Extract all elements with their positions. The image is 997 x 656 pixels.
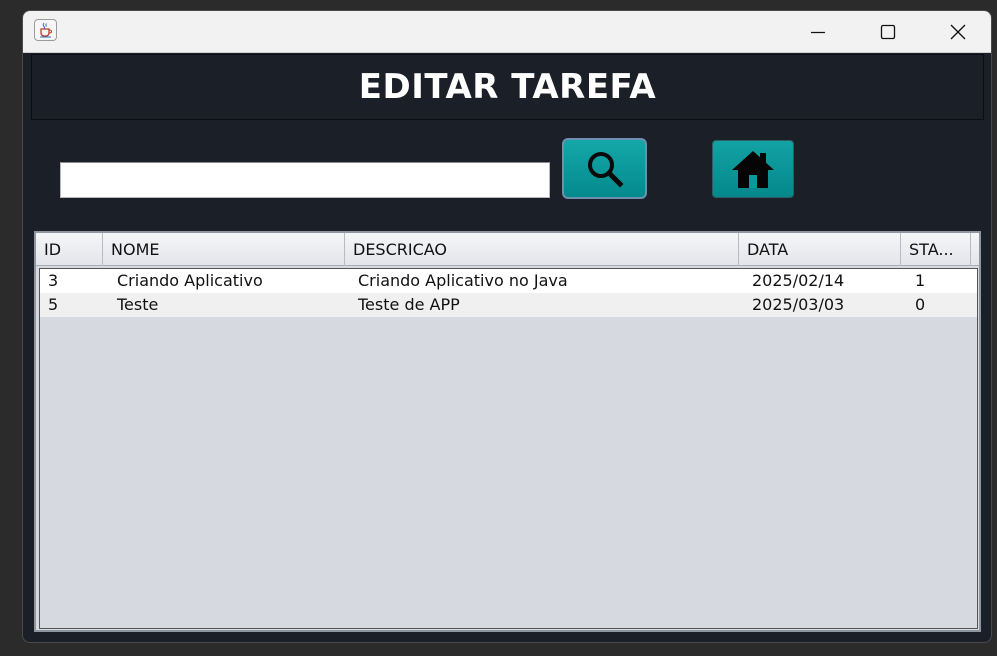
cell-nome: Teste [117, 295, 159, 314]
search-input[interactable] [60, 162, 550, 198]
task-table: ID NOME DESCRICAO DATA STA... 3 Criando … [34, 231, 981, 632]
cell-nome: Criando Aplicativo [117, 271, 263, 290]
minimize-button[interactable] [783, 11, 853, 53]
cell-id: 3 [48, 271, 59, 290]
column-header-data[interactable]: DATA [739, 233, 901, 266]
column-header-status[interactable]: STA... [901, 233, 971, 266]
search-icon [587, 151, 624, 188]
cell-data: 2025/02/14 [752, 271, 845, 290]
minimize-icon [811, 31, 825, 34]
table-row[interactable]: 3 Criando Aplicativo Criando Aplicativo … [40, 269, 977, 293]
cell-status: 0 [915, 295, 926, 314]
table-body: 3 Criando Aplicativo Criando Aplicativo … [39, 268, 978, 629]
column-header-nome[interactable]: NOME [103, 233, 345, 266]
table-row[interactable]: 5 Teste Teste de APP 2025/03/03 0 [40, 293, 977, 317]
home-icon [732, 151, 774, 188]
close-icon [950, 24, 966, 40]
app-window: EDITAR TAREFA ID NOME DESCRICAO DATA STA… [22, 10, 992, 643]
cell-id: 5 [48, 295, 59, 314]
table-header: ID NOME DESCRICAO DATA STA... [36, 233, 979, 266]
title-bar [23, 11, 991, 53]
column-header-descricao[interactable]: DESCRICAO [345, 233, 739, 266]
close-button[interactable] [923, 11, 991, 53]
page-title: EDITAR TAREFA [358, 67, 657, 107]
java-cup-icon[interactable] [34, 19, 57, 41]
column-header-spacer [971, 233, 979, 266]
cell-descricao: Criando Aplicativo no Java [358, 271, 568, 290]
cell-data: 2025/03/03 [752, 295, 845, 314]
maximize-icon [880, 24, 896, 40]
maximize-button[interactable] [853, 11, 923, 53]
column-header-id[interactable]: ID [36, 233, 103, 266]
header-panel: EDITAR TAREFA [31, 54, 984, 120]
cell-descricao: Teste de APP [358, 295, 460, 314]
cell-status: 1 [915, 271, 926, 290]
home-button[interactable] [712, 140, 794, 198]
search-button[interactable] [562, 138, 647, 199]
